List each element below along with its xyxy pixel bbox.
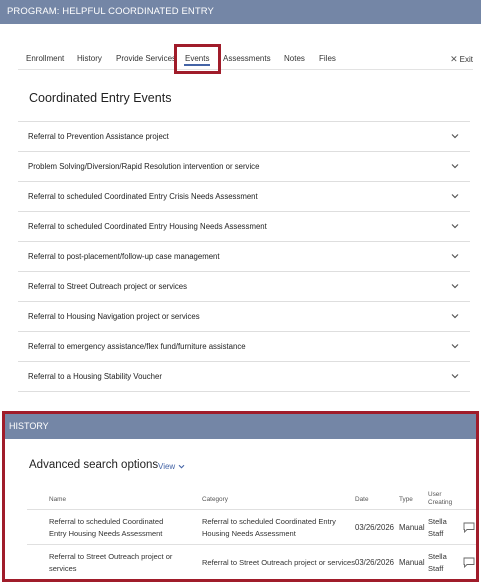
column-header-category[interactable]: Category	[202, 496, 228, 504]
advanced-search-title: Advanced search options	[29, 459, 159, 471]
exit-label: Exit	[459, 55, 473, 64]
comment-icon[interactable]	[463, 557, 475, 568]
tab-assessments[interactable]: Assessments	[223, 44, 271, 70]
column-header-user[interactable]: User Creating	[428, 491, 456, 507]
row-type: Manual	[399, 523, 425, 532]
table-header-divider	[27, 509, 476, 510]
column-header-date[interactable]: Date	[355, 496, 369, 504]
event-label: Problem Solving/Diversion/Rapid Resoluti…	[28, 162, 260, 171]
row-type: Manual	[399, 558, 425, 567]
chevron-down-icon	[451, 254, 459, 259]
event-row[interactable]: Referral to emergency assistance/flex fu…	[18, 332, 470, 362]
tab-provide-services[interactable]: Provide Services	[116, 44, 176, 70]
events-list: Referral to Prevention Assistance projec…	[18, 121, 470, 392]
column-header-name[interactable]: Name	[49, 496, 66, 504]
event-row[interactable]: Referral to a Housing Stability Voucher	[18, 362, 470, 392]
chevron-down-icon	[178, 465, 185, 469]
event-row[interactable]: Problem Solving/Diversion/Rapid Resoluti…	[18, 152, 470, 182]
tab-events[interactable]: Events	[183, 44, 211, 70]
event-row[interactable]: Referral to scheduled Coordinated Entry …	[18, 212, 470, 242]
event-label: Referral to scheduled Coordinated Entry …	[28, 222, 267, 231]
event-label: Referral to emergency assistance/flex fu…	[28, 342, 246, 351]
event-label: Referral to Street Outreach project or s…	[28, 282, 188, 291]
row-name[interactable]: Referral to Street Outreach project or s…	[49, 551, 179, 575]
event-label: Referral to scheduled Coordinated Entry …	[28, 192, 258, 201]
chevron-down-icon	[451, 194, 459, 199]
column-header-type[interactable]: Type	[399, 496, 413, 504]
chevron-down-icon	[451, 164, 459, 169]
history-header: HISTORY	[5, 414, 476, 439]
history-panel: HISTORY Advanced search options View Nam…	[2, 411, 479, 582]
row-category: Referral to Street Outreach project or s…	[202, 558, 355, 567]
row-date: 03/26/2026	[355, 558, 395, 567]
tab-notes[interactable]: Notes	[284, 44, 305, 70]
chevron-down-icon	[451, 284, 459, 289]
row-category: Referral to scheduled Coordinated Entry …	[202, 517, 336, 538]
event-row[interactable]: Referral to Housing Navigation project o…	[18, 302, 470, 332]
table-row: Referral to Street Outreach project or s…	[27, 546, 476, 579]
event-label: Referral to Housing Navigation project o…	[28, 312, 200, 321]
row-user: Stella Staff	[428, 552, 447, 573]
tab-files[interactable]: Files	[319, 44, 336, 70]
chevron-down-icon	[451, 344, 459, 349]
view-dropdown[interactable]: View	[158, 462, 185, 471]
program-header: PROGRAM: HELPFUL COORDINATED ENTRY	[0, 0, 481, 24]
row-date: 03/26/2026	[355, 523, 395, 532]
chevron-down-icon	[451, 134, 459, 139]
program-title: PROGRAM: HELPFUL COORDINATED ENTRY	[7, 6, 214, 17]
event-row[interactable]: Referral to Prevention Assistance projec…	[18, 122, 470, 152]
event-row[interactable]: Referral to post-placement/follow-up cas…	[18, 242, 470, 272]
tab-bar: Enrollment History Provide Services Even…	[18, 44, 473, 70]
close-icon: ✕	[450, 54, 458, 64]
row-name[interactable]: Referral to scheduled Coordinated Entry …	[49, 516, 179, 540]
events-section-title: Coordinated Entry Events	[29, 91, 172, 105]
tab-enrollment[interactable]: Enrollment	[26, 44, 64, 70]
event-label: Referral to Prevention Assistance projec…	[28, 132, 169, 141]
comment-icon[interactable]	[463, 522, 475, 533]
table-row: Referral to scheduled Coordinated Entry …	[27, 511, 476, 545]
chevron-down-icon	[451, 314, 459, 319]
event-row[interactable]: Referral to scheduled Coordinated Entry …	[18, 182, 470, 212]
tab-history[interactable]: History	[77, 44, 102, 70]
event-label: Referral to post-placement/follow-up cas…	[28, 252, 220, 261]
chevron-down-icon	[451, 374, 459, 379]
event-label: Referral to a Housing Stability Voucher	[28, 372, 162, 381]
chevron-down-icon	[451, 224, 459, 229]
exit-button[interactable]: ✕ Exit	[450, 44, 473, 70]
row-user: Stella Staff	[428, 517, 447, 538]
event-row[interactable]: Referral to Street Outreach project or s…	[18, 272, 470, 302]
view-label: View	[158, 462, 176, 471]
